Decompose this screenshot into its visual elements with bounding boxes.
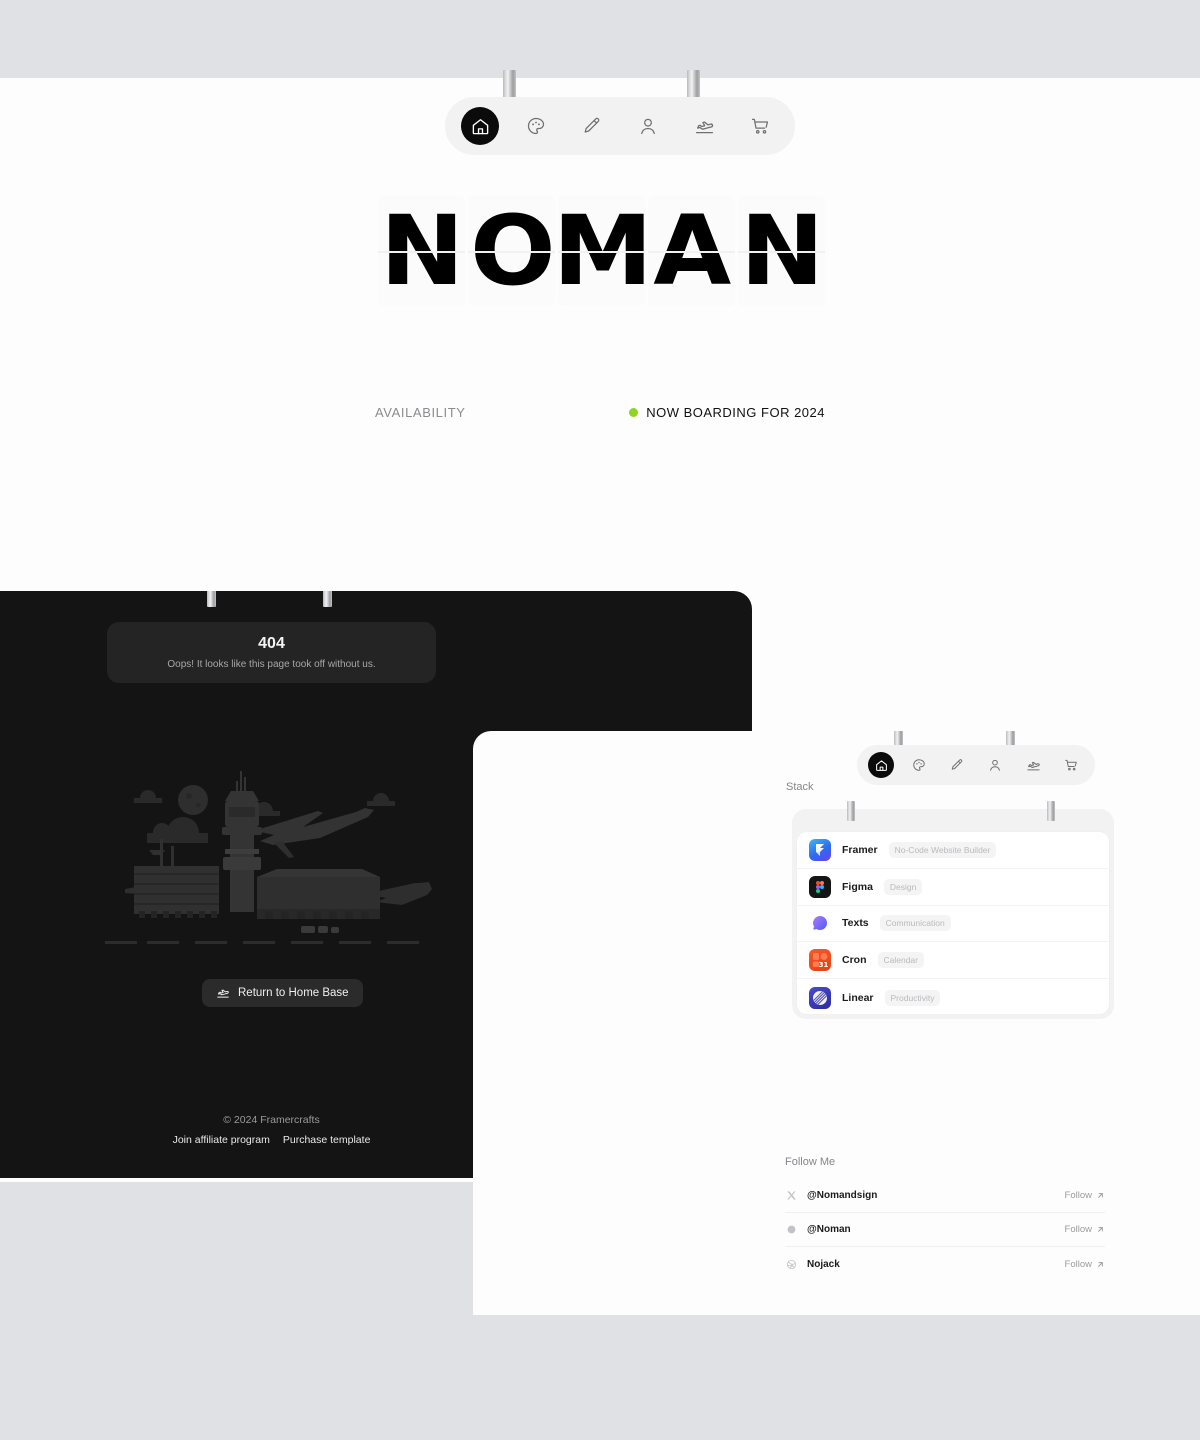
footer-link-affiliate[interactable]: Join affiliate program xyxy=(173,1134,270,1146)
stack-item-tag: Calendar xyxy=(877,952,924,969)
availability-row: AVAILABILITY NOW BOARDING FOR 2024 xyxy=(375,405,825,420)
stack-item-name: Framer xyxy=(842,843,878,856)
hanger-pin-left xyxy=(847,801,855,821)
stack-item-name: Cron xyxy=(842,954,867,967)
flip-tile: N xyxy=(378,196,465,306)
nav-palette-icon[interactable] xyxy=(906,752,932,778)
follow-button-label: Follow xyxy=(1064,1258,1092,1270)
stack-item-tag: Design xyxy=(883,878,923,895)
stack-item-linear[interactable]: Linear Productivity xyxy=(797,979,1109,1014)
error-code: 404 xyxy=(258,635,285,652)
status-badge: NOW BOARDING FOR 2024 xyxy=(629,405,825,420)
stack-item-tag: No-Code Website Builder xyxy=(888,841,997,858)
flip-tile: O xyxy=(468,196,555,306)
follow-row-nomandsign[interactable]: @Nomandsign Follow xyxy=(785,1179,1105,1213)
follow-title: Follow Me xyxy=(785,1156,836,1168)
nav-pencil-icon[interactable] xyxy=(573,107,611,145)
error-card: 404 Oops! It looks like this page took o… xyxy=(107,622,436,683)
hanger-pin-right xyxy=(1047,801,1055,821)
nav-user-icon[interactable] xyxy=(629,107,667,145)
flip-letter: O xyxy=(469,196,555,306)
dribbble-icon xyxy=(785,1258,798,1271)
nav-home-icon[interactable] xyxy=(461,107,499,145)
nav-palette-icon[interactable] xyxy=(517,107,555,145)
flip-tile: A xyxy=(648,196,735,306)
stack-list: Framer No-Code Website Builder Figma Des… xyxy=(796,831,1110,1015)
svg-text:31: 31 xyxy=(819,961,829,969)
status-label: NOW BOARDING FOR 2024 xyxy=(646,405,825,420)
flip-tile: N xyxy=(738,196,825,306)
footer-links: Join affiliate program Purchase template xyxy=(0,1134,543,1146)
stack-panel: Stack Framer No-Code Website Builder Fig… xyxy=(473,731,1200,1315)
stack-item-cron[interactable]: 31 Cron Calendar xyxy=(797,942,1109,980)
follow-handle: @Nomandsign xyxy=(807,1190,878,1201)
stack-item-framer[interactable]: Framer No-Code Website Builder xyxy=(797,832,1109,869)
stack-item-name: Figma xyxy=(842,880,873,893)
hanger-pin-right xyxy=(687,70,700,100)
hanger-pin-right xyxy=(323,591,332,607)
error-message: Oops! It looks like this page took off w… xyxy=(167,659,376,670)
follow-button[interactable]: Follow xyxy=(1065,1190,1105,1201)
follow-row-nojack[interactable]: Nojack Follow xyxy=(785,1247,1105,1281)
nav-dock-secondary[interactable] xyxy=(857,745,1095,785)
hanger-pin-left xyxy=(207,591,216,607)
footer-link-purchase[interactable]: Purchase template xyxy=(283,1134,371,1146)
nav-pencil-icon[interactable] xyxy=(944,752,970,778)
nav-user-icon[interactable] xyxy=(982,752,1008,778)
stack-item-figma[interactable]: Figma Design xyxy=(797,869,1109,906)
nav-cart-icon[interactable] xyxy=(741,107,779,145)
footer-copyright: © 2024 Framercrafts xyxy=(223,1114,320,1126)
follow-row-noman[interactable]: @Noman Follow xyxy=(785,1213,1105,1247)
nav-dock[interactable] xyxy=(445,97,795,155)
flipboard-logo: N O M A N xyxy=(378,196,825,306)
follow-button-label: Follow xyxy=(1064,1224,1092,1235)
hanger-pin-left xyxy=(503,70,516,100)
screenshot-root: N O M A N AVAILABILITY NOW BOARDING FOR … xyxy=(0,0,1200,1440)
follow-button[interactable]: Follow xyxy=(1065,1259,1105,1270)
cron-icon: 31 xyxy=(809,949,831,972)
stack-item-tag: Communication xyxy=(879,915,951,932)
flip-letter: A xyxy=(653,196,732,306)
flip-letter: N xyxy=(740,196,824,306)
stack-title: Stack xyxy=(786,781,814,793)
external-link-icon xyxy=(1098,1261,1103,1267)
follow-button[interactable]: Follow xyxy=(1065,1224,1105,1235)
stack-item-name: Texts xyxy=(842,917,869,930)
flip-tile: M xyxy=(558,196,645,306)
nav-cart-icon[interactable] xyxy=(1058,752,1084,778)
return-home-button[interactable]: Return to Home Base xyxy=(202,979,363,1007)
texts-icon xyxy=(809,912,831,935)
nav-plane-icon[interactable] xyxy=(1020,752,1046,778)
stack-container: Framer No-Code Website Builder Figma Des… xyxy=(792,801,1114,1019)
x-twitter-icon xyxy=(785,1189,798,1202)
flip-letter: M xyxy=(558,203,645,299)
plane-takeoff-icon xyxy=(217,989,229,998)
status-dot-icon xyxy=(629,408,639,417)
follow-handle: Nojack xyxy=(807,1258,840,1270)
airport-illustration xyxy=(105,771,432,944)
framer-icon xyxy=(809,838,831,861)
stack-item-name: Linear xyxy=(842,991,874,1004)
external-link-icon xyxy=(1098,1227,1103,1232)
figma-icon xyxy=(809,875,831,898)
nav-plane-icon[interactable] xyxy=(685,107,723,145)
follow-list: @Nomandsign Follow @Noman Follow Nojack … xyxy=(785,1179,1105,1281)
nav-home-icon[interactable] xyxy=(868,752,894,778)
stack-item-texts[interactable]: Texts Communication xyxy=(797,906,1109,943)
external-link-icon xyxy=(1098,1193,1103,1198)
linear-icon xyxy=(809,986,831,1009)
follow-button-label: Follow xyxy=(1064,1190,1092,1201)
stack-item-tag: Productivity xyxy=(884,989,941,1006)
follow-handle: @Noman xyxy=(807,1224,851,1235)
threads-icon xyxy=(785,1223,798,1236)
return-home-label: Return to Home Base xyxy=(238,987,349,999)
flip-letter: N xyxy=(380,196,464,306)
availability-label: AVAILABILITY xyxy=(375,405,466,420)
